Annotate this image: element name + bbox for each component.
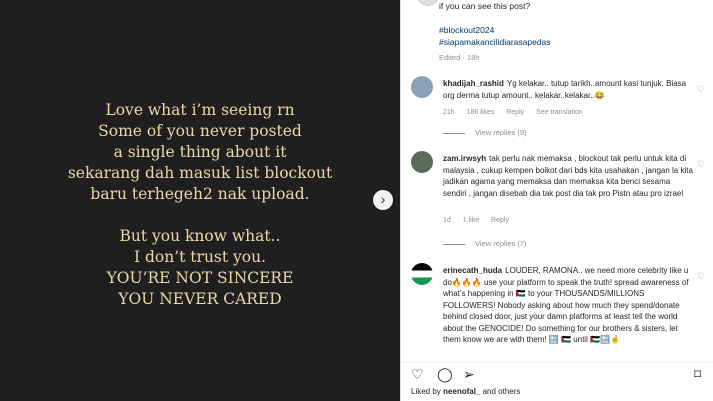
post-line: YOU’RE NOT SINCERE: [106, 269, 294, 287]
heart-icon[interactable]: ♡: [411, 366, 424, 382]
post-line: YOU NEVER CARED: [118, 290, 282, 308]
action-bar: ♡ ◯ ➢ ⌑: [401, 362, 713, 382]
comment-body: LOUDER, RAMONA.. we need more celebrity …: [443, 266, 689, 344]
hashtag-link[interactable]: #blockout2024: [439, 24, 494, 36]
view-replies-button[interactable]: View replies (7): [443, 239, 527, 248]
comment-username[interactable]: zam.irwsyh: [443, 154, 486, 163]
likes-user[interactable]: neenofal_: [443, 387, 480, 396]
divider: [443, 132, 465, 134]
comment-time: 21h: [443, 109, 455, 116]
post-image: Love what i’m seeing rn Some of you neve…: [0, 0, 400, 401]
comment-meta: 21h 186 likes Reply See translation: [443, 109, 593, 116]
comment-meta: 1d 1 like Reply: [443, 217, 519, 224]
avatar[interactable]: [411, 151, 433, 173]
hashtag-link[interactable]: #siapamakancilidiarasapedas: [439, 36, 551, 48]
reply-button[interactable]: Reply: [506, 109, 524, 116]
post-line: Some of you never posted: [98, 122, 302, 140]
post-text: Love what i’m seeing rn Some of you neve…: [0, 100, 400, 310]
avatar[interactable]: [411, 263, 433, 285]
comments-panel: if you can see this post? #blockout2024 …: [400, 0, 713, 401]
post-line: sekarang dah masuk list blockout: [67, 164, 333, 182]
comment-likes[interactable]: 186 likes: [467, 109, 495, 116]
post-line: baru terhegeh2 nak upload.: [90, 185, 310, 203]
comment-icon[interactable]: ◯: [437, 366, 453, 382]
heart-icon[interactable]: ♡: [697, 159, 705, 170]
comment-username[interactable]: erinecath_huda: [443, 266, 502, 275]
next-slide-button[interactable]: ›: [373, 190, 393, 210]
heart-icon[interactable]: ♡: [697, 271, 705, 282]
caption-meta: Edited · 18h: [439, 53, 480, 62]
heart-icon[interactable]: ♡: [697, 84, 705, 95]
view-replies-label: View replies (7): [475, 239, 527, 248]
likes-summary: Liked by neenofal_ and others: [411, 387, 520, 396]
bookmark-icon[interactable]: ⌑: [694, 366, 701, 382]
divider: [443, 243, 465, 245]
share-icon[interactable]: ➢: [463, 366, 475, 382]
post-line: a single thing about it: [113, 143, 287, 161]
likes-suffix[interactable]: and others: [483, 387, 521, 396]
post-line: But you know what..: [119, 227, 281, 245]
reply-button[interactable]: Reply: [491, 217, 509, 224]
post-line: Love what i’m seeing rn: [105, 101, 295, 119]
comment-text: erinecath_huda LOUDER, RAMONA.. we need m…: [443, 265, 693, 346]
avatar[interactable]: [417, 0, 439, 6]
post-line-gap: [0, 205, 400, 226]
likes-prefix: Liked by: [411, 387, 441, 396]
avatar[interactable]: [411, 76, 433, 98]
comment-likes[interactable]: 1 like: [463, 217, 479, 224]
comment-text: zam.irwsyh tak perlu nak memaksa , blocko…: [443, 153, 693, 199]
comment-time: 1d: [443, 217, 451, 224]
see-translation-button[interactable]: See translation: [536, 109, 583, 116]
view-replies-label: View replies (9): [475, 128, 527, 137]
comment-text: khadijah_rashid Yg kelakar.. tutup tarikh…: [443, 78, 693, 101]
view-replies-button[interactable]: View replies (9): [443, 128, 527, 137]
caption-text: if you can see this post?: [439, 1, 531, 11]
comment-username[interactable]: khadijah_rashid: [443, 79, 504, 88]
chevron-right-icon: ›: [380, 191, 386, 207]
post-line: I don’t trust you.: [133, 248, 267, 266]
